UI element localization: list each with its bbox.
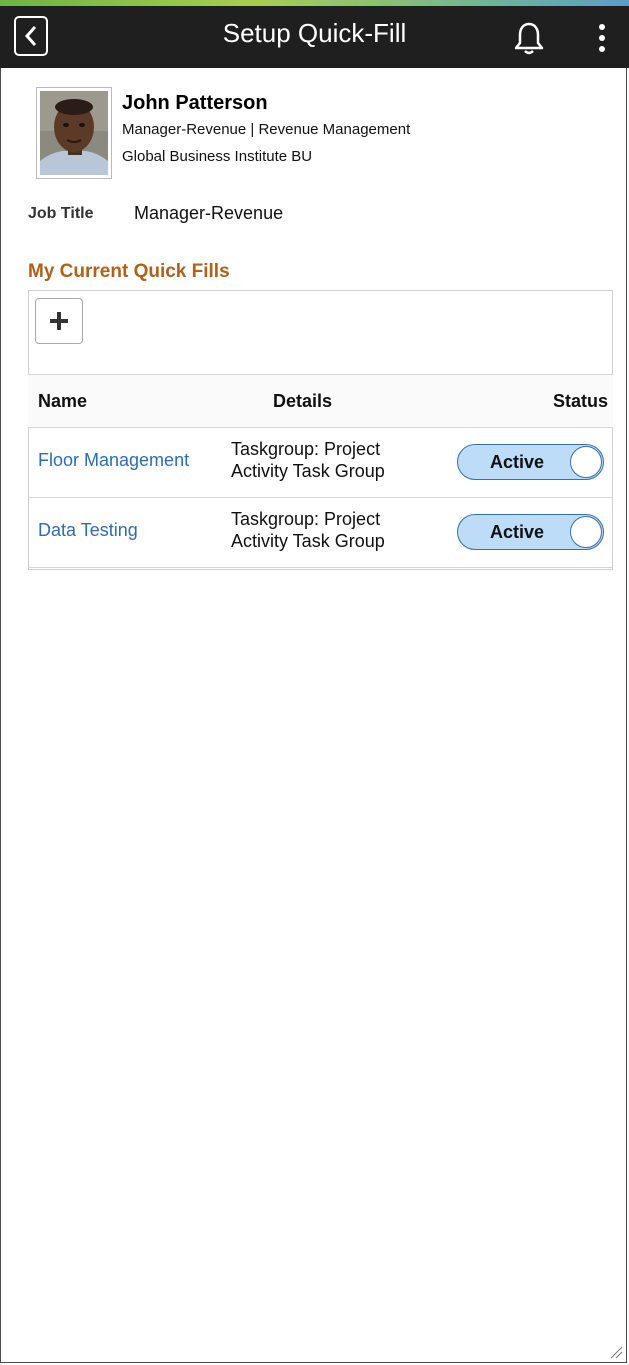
notifications-button[interactable] bbox=[512, 20, 546, 56]
quick-fill-name-link[interactable]: Data Testing bbox=[38, 520, 138, 541]
employee-name: John Patterson bbox=[122, 92, 268, 114]
add-quick-fill-button[interactable] bbox=[35, 298, 83, 344]
bell-icon bbox=[514, 22, 544, 55]
quick-fill-details: Taskgroup: Project Activity Task Group bbox=[231, 508, 441, 552]
status-toggle[interactable]: Active bbox=[457, 514, 604, 550]
avatar bbox=[36, 87, 112, 179]
job-title-value: Manager-Revenue bbox=[134, 203, 284, 223]
window-frame bbox=[0, 0, 627, 1363]
status-toggle-label: Active bbox=[490, 522, 545, 542]
details-line: Taskgroup: Project bbox=[231, 509, 381, 529]
vertical-ellipsis-icon bbox=[599, 24, 605, 30]
job-title-label: Job Title bbox=[28, 205, 94, 222]
column-header-details: Details bbox=[273, 391, 333, 411]
header-bar: Setup Quick-Fill bbox=[0, 6, 629, 68]
quick-fills-section-title: My Current Quick Fills bbox=[28, 261, 230, 282]
status-toggle-label: Active bbox=[490, 452, 545, 472]
resize-grip-icon[interactable] bbox=[609, 1345, 623, 1359]
details-line: Activity Task Group bbox=[231, 531, 385, 551]
details-line: Taskgroup: Project bbox=[231, 439, 381, 459]
quick-fill-name-link[interactable]: Floor Management bbox=[38, 450, 189, 471]
details-line: Activity Task Group bbox=[231, 461, 385, 481]
employee-business-unit: Global Business Institute BU bbox=[122, 148, 313, 165]
plus-icon bbox=[50, 312, 68, 330]
table-header: Name Details Status bbox=[28, 374, 613, 428]
status-toggle[interactable]: Active bbox=[457, 444, 604, 480]
column-header-name: Name bbox=[38, 391, 88, 411]
table-row: Floor Management Taskgroup: Project Acti… bbox=[28, 428, 613, 498]
column-header-status: Status bbox=[553, 391, 609, 411]
employee-position: Manager-Revenue | Revenue Management bbox=[122, 121, 411, 138]
toggle-knob bbox=[570, 516, 602, 548]
more-actions-button[interactable] bbox=[590, 18, 614, 58]
quick-fill-details: Taskgroup: Project Activity Task Group bbox=[231, 438, 441, 482]
table-row: Data Testing Taskgroup: Project Activity… bbox=[28, 498, 613, 568]
person-photo bbox=[40, 91, 108, 175]
toggle-knob bbox=[570, 446, 602, 478]
